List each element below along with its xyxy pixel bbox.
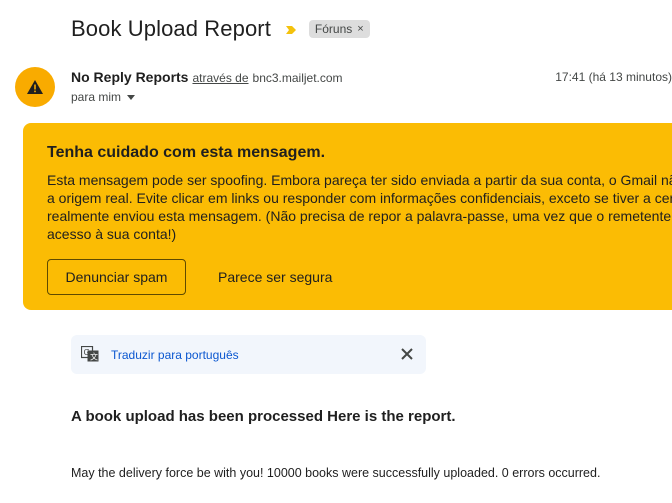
warning-line: Esta mensagem pode ser spoofing. Embora … <box>47 172 672 188</box>
email-body-text: May the delivery force be with you! 1000… <box>71 466 601 480</box>
svg-text:文: 文 <box>90 352 98 362</box>
warning-line: acesso à sua conta!) <box>47 226 177 242</box>
translate-bar: G 文 Traduzir para português <box>71 335 426 374</box>
warning-line: realmente enviou esta mensagem. (Não pre… <box>47 208 672 224</box>
chevron-down-icon <box>127 94 136 100</box>
recipient-details-toggle[interactable]: para mim <box>71 90 136 104</box>
warning-body: Esta mensagem pode ser spoofing. Embora … <box>47 171 672 243</box>
email-view: Book Upload Report Fóruns × No Reply Rep… <box>0 0 672 503</box>
email-subject: Book Upload Report <box>71 16 271 41</box>
subject-row: Book Upload Report Fóruns × <box>71 16 370 42</box>
sender-avatar[interactable] <box>15 67 55 107</box>
warning-title: Tenha cuidado com esta mensagem. <box>47 144 326 161</box>
looks-safe-button[interactable]: Parece ser segura <box>210 259 340 295</box>
email-body-heading: A book upload has been processed Here is… <box>71 408 456 425</box>
warning-line: a origem real. Evite clicar em links ou … <box>47 190 672 206</box>
close-icon[interactable] <box>400 347 414 361</box>
label-remove-icon[interactable]: × <box>357 23 363 35</box>
spoofing-warning-banner: Tenha cuidado com esta mensagem. Esta me… <box>23 123 672 310</box>
email-timestamp: 17:41 (há 13 minutos) <box>555 70 672 84</box>
label-chip-text: Fóruns <box>314 22 353 36</box>
via-domain: bnc3.mailjet.com <box>252 71 343 85</box>
report-spam-button[interactable]: Denunciar spam <box>47 259 186 295</box>
translate-icon: G 文 <box>81 346 99 362</box>
translate-link[interactable]: Traduzir para português <box>111 348 239 362</box>
sender-row: No Reply Reports através de bnc3.mailjet… <box>71 69 343 85</box>
importance-marker-icon[interactable] <box>285 23 297 35</box>
via-text[interactable]: através de <box>192 71 248 85</box>
sender-name[interactable]: No Reply Reports <box>71 69 188 85</box>
warning-triangle-icon <box>27 80 43 94</box>
recipient-text: para mim <box>71 90 122 104</box>
label-chip-foruns[interactable]: Fóruns × <box>308 20 370 38</box>
